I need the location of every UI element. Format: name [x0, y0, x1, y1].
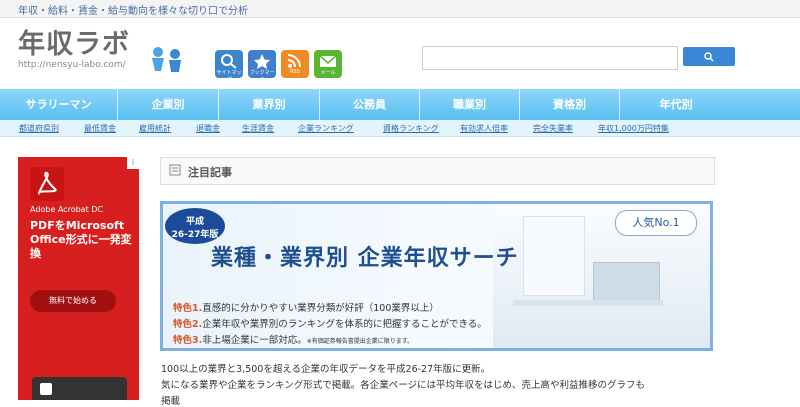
main-nav: サラリーマン 企業別 業界別 公務員 職業別 資格別 年代別	[0, 89, 800, 120]
nav-industry[interactable]: 業界別	[219, 89, 320, 120]
subnav-qualification-ranking[interactable]: 資格ランキング	[383, 123, 439, 134]
ad-banner[interactable]: i Adobe Acrobat DC PDFをMicrosoft Office形…	[18, 157, 139, 400]
edition-badge-line2: 26-27年版	[171, 230, 219, 240]
sitemap-label: サイトマップ	[216, 70, 242, 83]
feature-3-text: 非上場企業に一部対応。	[202, 335, 307, 346]
nav-salaryman[interactable]: サラリーマン	[0, 89, 118, 120]
nav-qualification[interactable]: 資格別	[520, 89, 620, 120]
edition-badge-line1: 平成	[185, 217, 204, 227]
office-shelf	[593, 262, 660, 304]
feature-3: 特色3.非上場企業に一部対応。※有価証券報告書提出企業に限ります。	[173, 332, 413, 346]
subnav-retirement[interactable]: 退職金	[196, 123, 220, 134]
star-icon	[254, 54, 270, 69]
ad-device-image	[32, 377, 127, 400]
logo-url: http://nensyu-labo.com/	[18, 60, 126, 70]
magnifier-icon	[221, 54, 237, 69]
bookmark-button[interactable]: ブックマーク	[248, 50, 276, 83]
subnav-prefecture[interactable]: 都道府県別	[19, 123, 59, 134]
device-app-icon	[40, 383, 52, 395]
section-header: 注目記事	[160, 157, 715, 185]
rss-icon	[287, 54, 301, 68]
feature-3-note: ※有価証券報告書提出企業に限ります。	[306, 338, 414, 345]
ad-info-icon[interactable]: i	[127, 157, 139, 169]
mail-label: メール	[320, 70, 336, 76]
ad-headline: PDFをMicrosoft Office形式に一発変換	[30, 219, 132, 260]
logo-title: 年収ラボ	[18, 29, 130, 60]
acrobat-icon	[30, 167, 64, 201]
mail-icon	[319, 55, 337, 67]
description-line-1: 100以上の業界と3,500を超える企業の年収データを平成26-27年版に更新。	[161, 364, 491, 375]
tagline: 年収・給料・賃金・給与動向を様々な切り口で分析	[18, 6, 248, 17]
description-line-3: 掲載	[161, 396, 181, 407]
subnav-job-ratio[interactable]: 有効求人倍率	[460, 123, 508, 134]
feature-2: 特色2.企業年収や業界別のランキングを体系的に把握することができる。	[173, 316, 487, 330]
office-desk	[513, 300, 663, 306]
banner-title: 業種・業界別 企業年収サーチ	[211, 246, 519, 271]
feature-1: 特色1.直感的に分かりやすい業界分類が好評（100業界以上）	[173, 300, 439, 314]
nav-age[interactable]: 年代別	[620, 89, 732, 120]
ad-brand: Adobe Acrobat DC	[30, 205, 103, 214]
feature-1-text: 直感的に分かりやすい業界分類が好評（100業界以上）	[202, 303, 439, 314]
search-button[interactable]	[683, 47, 735, 66]
search-icon	[704, 52, 714, 62]
feature-2-text: 企業年収や業界別のランキングを体系的に把握することができる。	[202, 319, 487, 330]
document-icon	[169, 164, 181, 176]
mail-button[interactable]: メール	[314, 50, 342, 78]
subnav-unemployment[interactable]: 完全失業率	[533, 123, 573, 134]
subnav-10m-feature[interactable]: 年収1,000万円特集	[598, 123, 669, 134]
section-title: 注目記事	[188, 166, 232, 179]
popular-badge: 人気No.1	[615, 210, 697, 236]
featured-banner[interactable]: 平成 26-27年版 人気No.1 業種・業界別 企業年収サーチ 特色1.直感的…	[160, 201, 713, 351]
nav-civil-servant[interactable]: 公務員	[320, 89, 420, 120]
feature-2-label: 特色2.	[173, 319, 203, 330]
rss-label: RSS	[290, 69, 300, 75]
bookmark-label: ブックマーク	[249, 70, 275, 83]
office-window	[523, 216, 585, 296]
description-line-2: 気になる業界や企業をランキング形式で掲載。各企業ページには平均年収をはじめ、売上…	[161, 380, 646, 391]
nav-occupation[interactable]: 職業別	[420, 89, 520, 120]
edition-badge: 平成 26-27年版	[165, 208, 225, 244]
subnav-minimum-wage[interactable]: 最低賃金	[84, 123, 116, 134]
search-input[interactable]	[422, 46, 678, 70]
feature-1-label: 特色1.	[173, 303, 203, 314]
nav-company[interactable]: 企業別	[118, 89, 219, 120]
feature-3-label: 特色3.	[173, 335, 203, 346]
sitemap-button[interactable]: サイトマップ	[215, 50, 243, 83]
subnav-lifetime-wage[interactable]: 生涯賃金	[242, 123, 274, 134]
site-logo[interactable]: 年収ラボ http://nensyu-labo.com/	[18, 22, 158, 77]
sub-nav: 都道府県別 最低賃金 雇用統計 退職金 生涯賃金 企業ランキング 資格ランキング…	[0, 120, 800, 137]
top-bar: 年収・給料・賃金・給与動向を様々な切り口で分析	[0, 0, 800, 18]
subnav-employment-stats[interactable]: 雇用統計	[139, 123, 171, 134]
mascot-icon	[152, 47, 181, 72]
rss-button[interactable]: RSS	[281, 50, 309, 78]
ad-cta-button[interactable]: 無料で始める	[30, 290, 116, 312]
subnav-company-ranking[interactable]: 企業ランキング	[298, 123, 354, 134]
